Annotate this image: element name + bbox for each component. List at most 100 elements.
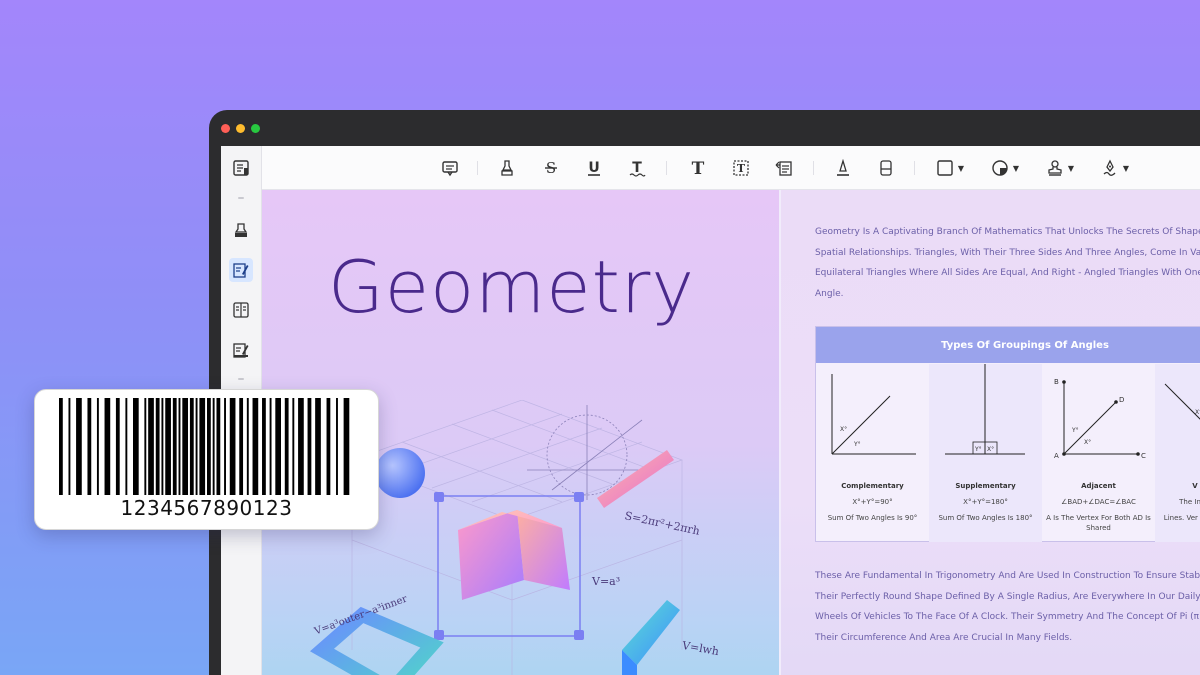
document-viewport: Geometry S=2πr²+2πrh V=a³ V=lwh V=a³oute… xyxy=(262,190,1200,675)
complementary-angle-diagram: X° Y° xyxy=(831,374,916,455)
title-bar xyxy=(209,110,1200,146)
edit-document-icon xyxy=(233,263,249,278)
table-cell-adjacent: B D Y° X° A C Adjacent ∠BAD+∠DAC=∠BAC A … xyxy=(1042,364,1155,542)
text-box-icon: T xyxy=(733,160,749,176)
text-line: Angle. xyxy=(815,288,844,299)
adjacent-angle-diagram: B D Y° X° A C xyxy=(1054,378,1146,460)
angle-groupings-table: Types Of Groupings Of Angles X° Y° Compl… xyxy=(815,326,1200,542)
barcode-card: 1234567890123 xyxy=(34,389,379,530)
svg-text:C: C xyxy=(1141,452,1146,460)
svg-text:X°: X° xyxy=(840,426,847,433)
toolbar-separator xyxy=(813,161,814,175)
svg-text:B: B xyxy=(1054,378,1059,386)
tool-pencil[interactable] xyxy=(831,156,855,180)
svg-text:A: A xyxy=(1054,452,1059,460)
tool-text[interactable]: T xyxy=(686,156,710,180)
tool-squiggly[interactable]: T xyxy=(625,156,649,180)
chevron-down-icon: ▼ xyxy=(957,163,965,173)
sidebar-edit-button[interactable] xyxy=(229,258,253,282)
tool-stamp[interactable]: ▼ xyxy=(1042,156,1078,180)
tool-eraser[interactable] xyxy=(874,156,898,180)
barcode-bar xyxy=(224,398,226,495)
barcode-bar xyxy=(246,398,249,495)
toolbar-separator xyxy=(914,161,915,175)
barcode-bar xyxy=(144,398,147,495)
barcode-graphic xyxy=(59,398,350,495)
highlighter-icon xyxy=(234,223,248,237)
angle-type-name: Adjacent xyxy=(1081,482,1116,490)
barcode-bar xyxy=(104,398,111,495)
barcode-bar xyxy=(199,398,206,495)
barcode-bar xyxy=(68,398,71,495)
barcode-bar xyxy=(178,398,181,495)
tool-highlight[interactable] xyxy=(495,156,519,180)
chevron-down-icon: ▼ xyxy=(1067,163,1075,173)
reader-icon xyxy=(233,160,249,176)
sidebar-organize-button[interactable] xyxy=(229,298,253,322)
barcode-bar xyxy=(76,398,82,495)
sidebar-highlight-button[interactable] xyxy=(229,218,253,242)
eraser-icon xyxy=(880,160,892,176)
barcode-bar xyxy=(115,398,120,495)
sidebar-form-button[interactable] xyxy=(229,338,253,362)
svg-text:T: T xyxy=(737,162,746,175)
page-title: Geometry xyxy=(328,245,696,329)
annotation-toolbar: S U T T T ▼ ▼ ▼ ▼ xyxy=(262,146,1200,190)
svg-text:Y°: Y° xyxy=(974,446,982,453)
tool-sticker[interactable]: ▼ xyxy=(987,156,1023,180)
barcode-bar xyxy=(87,398,92,495)
tool-strikethrough[interactable]: S xyxy=(539,156,563,180)
text-line: Spatial Relationships. Triangles, With T… xyxy=(815,247,1200,258)
angle-formula: X°+Y°=180° xyxy=(963,498,1008,506)
squiggly-underline-icon: T xyxy=(629,160,646,177)
svg-text:X°: X° xyxy=(1195,409,1200,416)
angle-description: A Is The Vertex For Both AD Is Shared xyxy=(1046,514,1151,532)
angle-type-name: Complementary xyxy=(841,482,904,490)
page-right: Geometry Is A Captivating Branch Of Math… xyxy=(781,190,1200,675)
tool-text-box[interactable]: T xyxy=(729,156,753,180)
maximize-window-button[interactable] xyxy=(251,124,260,133)
close-window-button[interactable] xyxy=(221,124,230,133)
barcode-bar xyxy=(292,398,295,495)
barcode-bar xyxy=(59,398,63,495)
angle-description: Lines. Ver Equal T xyxy=(1163,514,1200,522)
barcode-bar xyxy=(207,398,211,495)
barcode-bar xyxy=(189,398,194,495)
barcode-bar xyxy=(262,398,266,495)
formula-cube-volume: V=a³ xyxy=(592,575,621,588)
barcode-bar xyxy=(343,398,350,495)
text-line: Equilateral Triangles Where All Sides Ar… xyxy=(815,268,1200,278)
table-cell-vertical: X° V The Inter Lines. Ver Equal T xyxy=(1155,364,1200,542)
pencil-icon xyxy=(837,159,849,176)
toolbar-separator xyxy=(666,161,667,175)
svg-text:D: D xyxy=(1119,396,1124,404)
comment-icon xyxy=(442,161,458,177)
svg-text:T: T xyxy=(692,159,705,177)
tool-text-callout[interactable] xyxy=(772,156,796,180)
angle-formula: ∠BAD+∠DAC=∠BAC xyxy=(1061,498,1136,506)
barcode-bar xyxy=(148,398,154,495)
barcode-bar xyxy=(326,398,331,495)
vertical-angle-diagram: X° xyxy=(1164,383,1200,420)
rectangle-shape-icon xyxy=(937,160,953,176)
sidebar-reader-button[interactable] xyxy=(229,156,253,180)
tool-signature[interactable]: ▼ xyxy=(1097,156,1133,180)
tool-comment[interactable] xyxy=(438,156,462,180)
barcode-bar xyxy=(161,398,164,495)
barcode-bar xyxy=(275,398,281,495)
barcode-bar xyxy=(216,398,221,495)
text-line: Wheels Of Vehicles To The Face Of A Cloc… xyxy=(815,612,1200,622)
minimize-window-button[interactable] xyxy=(236,124,245,133)
tool-shape[interactable]: ▼ xyxy=(932,156,968,180)
barcode-bar xyxy=(298,398,304,495)
table-cell-supplementary: Y° X° Supplementary X°+Y°=180° Sum Of Tw… xyxy=(929,364,1042,542)
outro-paragraph: These Are Fundamental In Trigonometry An… xyxy=(815,566,1200,648)
barcode-bar xyxy=(336,398,338,495)
barcode-bar xyxy=(269,398,272,495)
sticker-icon xyxy=(992,160,1008,176)
signature-pen-icon xyxy=(1103,159,1116,176)
tool-underline[interactable]: U xyxy=(582,156,606,180)
angle-type-name: Supplementary xyxy=(955,482,1016,490)
angle-formula: X°+Y°=90° xyxy=(852,498,893,506)
barcode-bar xyxy=(165,398,171,495)
